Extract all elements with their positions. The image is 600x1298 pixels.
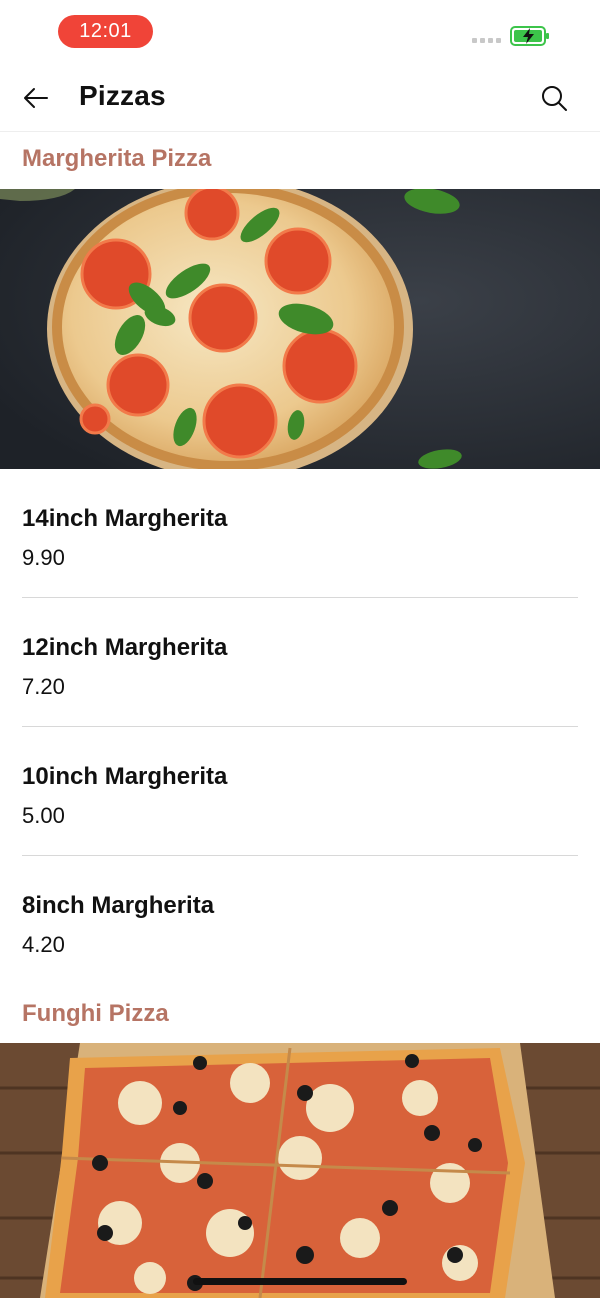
search-icon[interactable]: [538, 82, 570, 114]
home-indicator[interactable]: [193, 1278, 407, 1285]
arrow-left-icon[interactable]: [20, 82, 52, 114]
section-title-funghi: Funghi Pizza: [22, 1000, 169, 1027]
item-name: 14inch Margherita: [22, 505, 228, 532]
status-time: 12:01: [58, 15, 153, 48]
section-title-margherita: Margherita Pizza: [22, 145, 212, 172]
divider: [22, 726, 578, 727]
battery-charging-icon: [510, 26, 549, 46]
menu-item-12inch-margherita[interactable]: 12inch Margherita 7.20: [22, 634, 578, 700]
divider: [22, 597, 578, 598]
menu-item-14inch-margherita[interactable]: 14inch Margherita 9.90: [22, 505, 578, 571]
menu-item-10inch-margherita[interactable]: 10inch Margherita 5.00: [22, 763, 578, 829]
funghi-pizza-image: [0, 1043, 600, 1298]
margherita-pizza-image: [0, 189, 600, 469]
item-price: 9.90: [22, 545, 65, 570]
app-header: Pizzas: [0, 64, 600, 132]
item-price: 7.20: [22, 674, 65, 699]
signal-icon: [472, 38, 501, 43]
item-name: 12inch Margherita: [22, 634, 228, 661]
page-title: Pizzas: [79, 80, 166, 111]
item-price: 5.00: [22, 803, 65, 828]
item-name: 8inch Margherita: [22, 892, 215, 919]
item-name: 10inch Margherita: [22, 763, 228, 790]
item-price: 4.20: [22, 932, 65, 957]
divider: [22, 855, 578, 856]
menu-item-8inch-margherita[interactable]: 8inch Margherita 4.20: [22, 892, 578, 958]
status-bar: 12:01: [0, 0, 600, 64]
